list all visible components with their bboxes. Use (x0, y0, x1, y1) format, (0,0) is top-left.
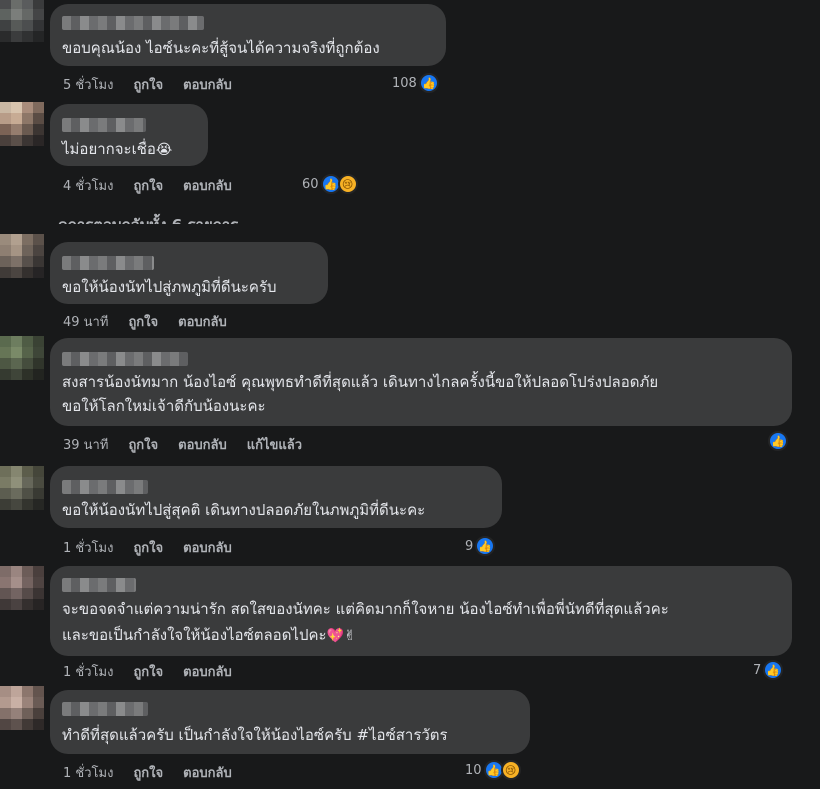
avatar[interactable] (0, 0, 44, 42)
sad-reaction-icon: 😢 (500, 760, 521, 780)
comment-text-body: ไม่อยากจะเชื่อ (62, 140, 156, 158)
reaction-summary[interactable]: 10 👍 😢 (465, 760, 521, 780)
comment-bubble: ทำดีที่สุดแล้วครับ เป็นกำลังใจให้น้องไอซ… (50, 690, 530, 754)
comment-time[interactable]: 5 ชั่วโมง (63, 74, 113, 95)
comment-time[interactable]: 1 ชั่วโมง (63, 537, 113, 558)
comment-bubble: สงสารน้องนัทมาก น้องไอซ์ คุณพุทธทำดีที่ส… (50, 338, 792, 426)
commenter-name[interactable] (62, 118, 146, 132)
avatar[interactable] (0, 466, 44, 510)
comment-text-line-2: และขอเป็นกำลังใจให้น้องไอซ์ตลอดไปคะ💖✌ (62, 622, 356, 649)
like-reaction-icon: 👍 (475, 536, 496, 556)
comment-actions: 49 นาที ถูกใจ ตอบกลับ (63, 311, 227, 332)
like-button[interactable]: ถูกใจ (133, 175, 163, 196)
view-more-replies[interactable]: ดูการตอบกลับทั้ง 6 รายการ (58, 210, 238, 224)
reaction-summary[interactable]: 108 👍 (392, 73, 439, 93)
comment-text-body: และขอเป็นกำลังใจให้น้องไอซ์ตลอดไปคะ (62, 626, 327, 644)
avatar[interactable] (0, 102, 44, 146)
comment-text: ขอบคุณน้อง ไอซ์นะคะที่สู้จนได้ความจริงที… (62, 39, 380, 57)
reaction-count: 9 (465, 538, 474, 554)
comment-time[interactable]: 1 ชั่วโมง (63, 762, 113, 783)
comment-bubble: ขอบคุณน้อง ไอซ์นะคะที่สู้จนได้ความจริงที… (50, 4, 446, 66)
reaction-count: 108 (392, 75, 417, 91)
comment-bubble: ขอให้น้องนัทไปสู่สุคติ เดินทางปลอดภัยในภ… (50, 466, 502, 528)
like-button[interactable]: ถูกใจ (133, 661, 163, 682)
reaction-summary[interactable]: 60 👍 😢 (302, 174, 358, 194)
reaction-summary[interactable]: 9 👍 (465, 536, 496, 556)
like-button[interactable]: ถูกใจ (128, 311, 158, 332)
comment-time[interactable]: 1 ชั่วโมง (63, 661, 113, 682)
like-button[interactable]: ถูกใจ (133, 537, 163, 558)
commenter-name[interactable] (62, 480, 148, 494)
commenter-name[interactable] (62, 702, 148, 716)
comment-text: ขอให้น้องนัทไปสู่สุคติ เดินทางปลอดภัยในภ… (62, 501, 426, 519)
comment-actions: 39 นาที ถูกใจ ตอบกลับ แก้ไขแล้ว (63, 434, 302, 455)
comment-text: ทำดีที่สุดแล้วครับ เป็นกำลังใจให้น้องไอซ… (62, 726, 448, 744)
comment-text: ขอให้น้องนัทไปสู่ภพภูมิที่ดีนะครับ (62, 278, 277, 296)
avatar[interactable] (0, 234, 44, 278)
commenter-name[interactable] (62, 256, 154, 270)
commenter-name[interactable] (62, 578, 136, 592)
reply-button[interactable]: ตอบกลับ (183, 175, 232, 196)
comment-text-line-1: จะขอจดจำแต่ความน่ารัก สดใสของนัทคะ แต่คิ… (62, 600, 669, 618)
reply-button[interactable]: ตอบกลับ (183, 762, 232, 783)
comment-bubble: ไม่อยากจะเชื่อ😭 (50, 104, 208, 166)
commenter-name[interactable] (62, 16, 204, 30)
comment-time[interactable]: 39 นาที (63, 434, 108, 455)
comment-actions: 1 ชั่วโมง ถูกใจ ตอบกลับ (63, 762, 232, 783)
comment-bubble: จะขอจดจำแต่ความน่ารัก สดใสของนัทคะ แต่คิ… (50, 566, 792, 656)
reply-button[interactable]: ตอบกลับ (178, 434, 227, 455)
reaction-summary[interactable]: 7 👍 (753, 660, 784, 680)
comment-text-line-1: สงสารน้องนัทมาก น้องไอซ์ คุณพุทธทำดีที่ส… (62, 373, 659, 391)
like-reaction-icon: 👍 (768, 431, 788, 451)
sad-reaction-icon: 😢 (337, 174, 358, 194)
reaction-count: 60 (302, 176, 319, 192)
comment-text-line-2: ขอให้โลกใหม่เจ้าดีกับน้องนะคะ (62, 397, 266, 415)
like-reaction-icon: 👍 (418, 73, 439, 93)
reply-button[interactable]: ตอบกลับ (183, 537, 232, 558)
like-button[interactable]: ถูกใจ (133, 762, 163, 783)
reply-button[interactable]: ตอบกลับ (183, 661, 232, 682)
like-reaction-icon: 👍 (763, 660, 784, 680)
reply-button[interactable]: ตอบกลับ (178, 311, 227, 332)
like-button[interactable]: ถูกใจ (128, 434, 158, 455)
avatar[interactable] (0, 686, 44, 730)
reaction-summary[interactable]: 👍 (768, 431, 788, 451)
comment-actions: 1 ชั่วโมง ถูกใจ ตอบกลับ (63, 661, 232, 682)
comment-bubble: ขอให้น้องนัทไปสู่ภพภูมิที่ดีนะครับ (50, 242, 328, 304)
comment-actions: 4 ชั่วโมง ถูกใจ ตอบกลับ (63, 175, 232, 196)
comment-time[interactable]: 4 ชั่วโมง (63, 175, 113, 196)
like-button[interactable]: ถูกใจ (133, 74, 163, 95)
comment-actions: 5 ชั่วโมง ถูกใจ ตอบกลับ (63, 74, 232, 95)
comment-time[interactable]: 49 นาที (63, 311, 108, 332)
comment-actions: 1 ชั่วโมง ถูกใจ ตอบกลับ (63, 537, 232, 558)
reaction-count: 7 (753, 662, 762, 678)
reply-button[interactable]: ตอบกลับ (183, 74, 232, 95)
avatar[interactable] (0, 566, 44, 610)
commenter-name[interactable] (62, 352, 188, 366)
heart-victory-emoji: 💖✌ (326, 628, 356, 644)
edited-label[interactable]: แก้ไขแล้ว (247, 434, 302, 455)
crying-emoji: 😭 (155, 142, 173, 158)
avatar[interactable] (0, 336, 44, 380)
reaction-count: 10 (465, 762, 482, 778)
comment-text: ไม่อยากจะเชื่อ😭 (62, 136, 172, 163)
